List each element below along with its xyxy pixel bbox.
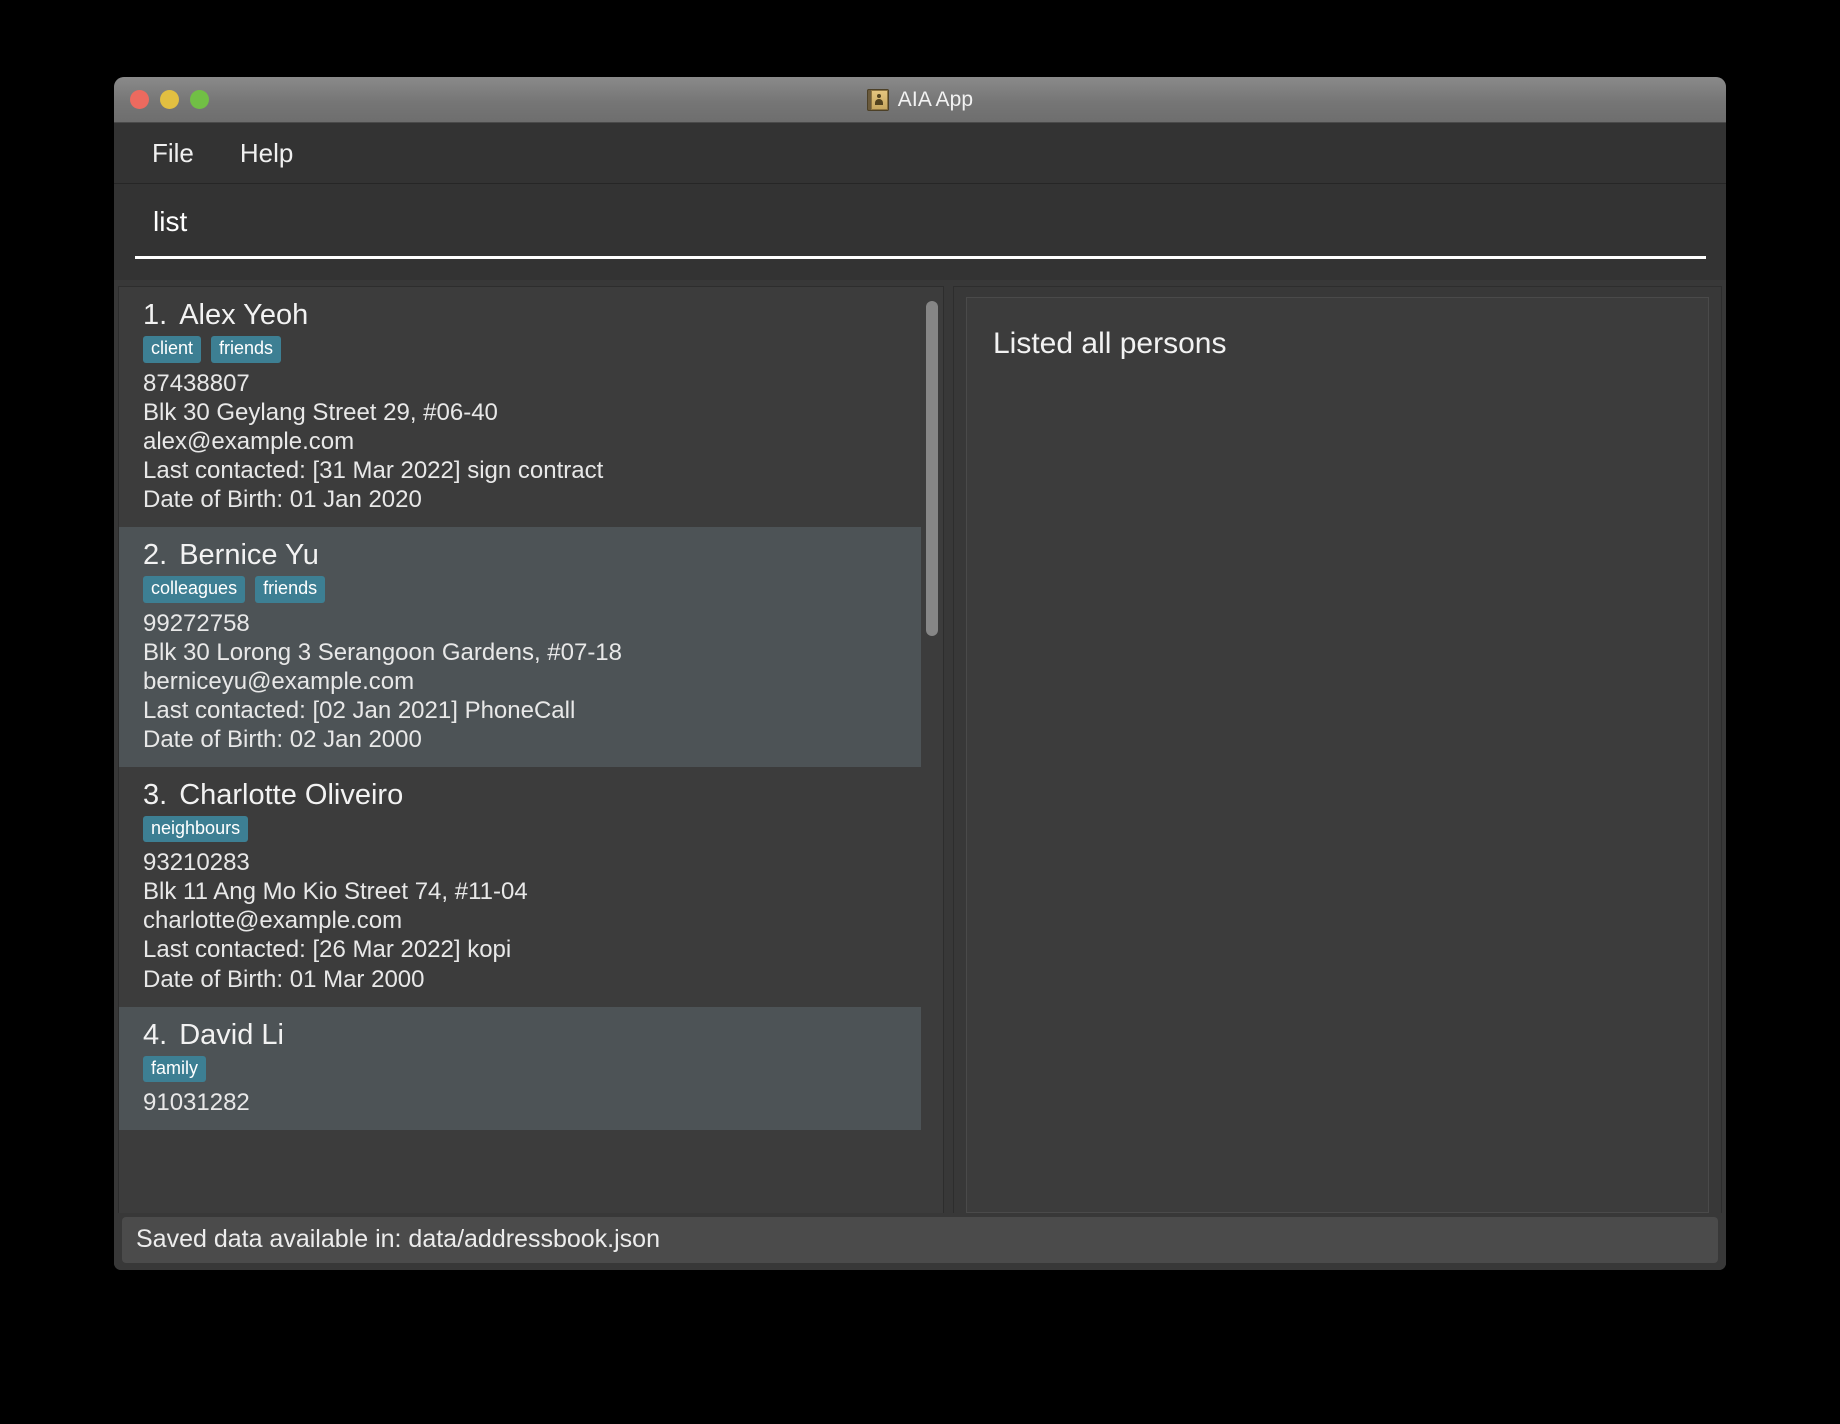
person-dob: Date of Birth: 01 Mar 2000 [143,965,425,993]
person-phone: 93210283 [143,849,250,877]
person-index: 3. [143,778,168,811]
person-tags: neighbours [143,815,921,843]
person-address: Blk 30 Geylang Street 29, #06-40 [143,398,498,426]
status-message: Saved data available in: data/addressboo… [136,1225,660,1253]
close-window-button[interactable] [130,90,149,109]
menu-item-help[interactable]: Help [226,134,307,173]
person-dob: Date of Birth: 02 Jan 2000 [143,725,422,753]
person-email: berniceyu@example.com [143,667,415,695]
person-name: 3. Charlotte Oliveiro [143,779,921,812]
person-address: Blk 30 Lorong 3 Serangoon Gardens, #07-1… [143,638,623,666]
person-index: 4. [143,1018,168,1051]
person-address: Blk 11 Ang Mo Kio Street 74, #11-04 [143,878,528,906]
application-window: AIA App File Help 1. Alex Yeoh client fri… [114,77,1726,1270]
address-book-icon [866,88,889,111]
result-message: Listed all persons [993,327,1227,360]
person-tag: client [143,336,202,363]
person-tag: neighbours [143,815,249,843]
person-fullname: David Li [179,1018,284,1051]
person-name: 4. David Li [143,1019,921,1052]
minimize-window-button[interactable] [160,90,179,109]
scrollbar-thumb[interactable] [926,301,938,636]
person-name: 2. Bernice Yu [143,539,921,572]
main-content: 1. Alex Yeoh client friends 87438807 Blk … [114,280,1726,1213]
person-phone: 87438807 [143,369,250,397]
person-card[interactable]: 1. Alex Yeoh client friends 87438807 Blk … [119,287,921,527]
person-last-contacted: Last contacted: [26 Mar 2022] kopi [143,936,512,964]
result-display-box: Listed all persons [966,297,1709,1213]
command-box [114,184,1726,280]
title-bar-center: AIA App [114,77,1726,122]
person-fullname: Charlotte Oliveiro [179,778,404,811]
person-list-panel: 1. Alex Yeoh client friends 87438807 Blk … [118,286,944,1213]
person-name: 1. Alex Yeoh [143,299,921,332]
title-bar: AIA App [114,77,1726,123]
person-dob: Date of Birth: 01 Jan 2020 [143,485,422,513]
person-index: 1. [143,299,168,331]
person-last-contacted: Last contacted: [31 Mar 2022] sign contr… [143,456,604,484]
person-tags: family [143,1055,921,1083]
person-tag: friends [255,575,326,603]
person-list[interactable]: 1. Alex Yeoh client friends 87438807 Blk … [119,287,921,1213]
traffic-light-group [130,90,209,109]
person-index: 2. [143,538,168,571]
status-bar-inner: Saved data available in: data/addressboo… [122,1216,1718,1263]
person-card[interactable]: 2. Bernice Yu colleagues friends 99272758… [119,526,921,767]
person-card[interactable]: 3. Charlotte Oliveiro neighbours 93210283… [119,766,921,1007]
result-panel: Listed all persons [953,286,1722,1213]
person-phone: 91031282 [143,1089,250,1117]
status-bar: Saved data available in: data/addressboo… [114,1213,1726,1270]
person-email: charlotte@example.com [143,907,403,935]
command-input[interactable] [135,205,1706,259]
person-fullname: Bernice Yu [179,538,319,571]
menu-item-file[interactable]: File [138,134,208,173]
person-tags: client friends [143,336,921,363]
menu-bar: File Help [114,123,1726,184]
person-fullname: Alex Yeoh [179,299,309,331]
person-list-scrollbar[interactable] [921,287,943,1213]
person-email: alex@example.com [143,427,355,455]
maximize-window-button[interactable] [190,90,209,109]
person-tags: colleagues friends [143,575,921,603]
person-phone: 99272758 [143,609,250,637]
window-title: AIA App [897,87,974,111]
person-tag: family [143,1055,207,1083]
person-last-contacted: Last contacted: [02 Jan 2021] PhoneCall [143,696,576,724]
person-tag: colleagues [143,575,246,603]
person-card[interactable]: 4. David Li family 91031282 [119,1006,921,1131]
person-tag: friends [211,336,282,363]
